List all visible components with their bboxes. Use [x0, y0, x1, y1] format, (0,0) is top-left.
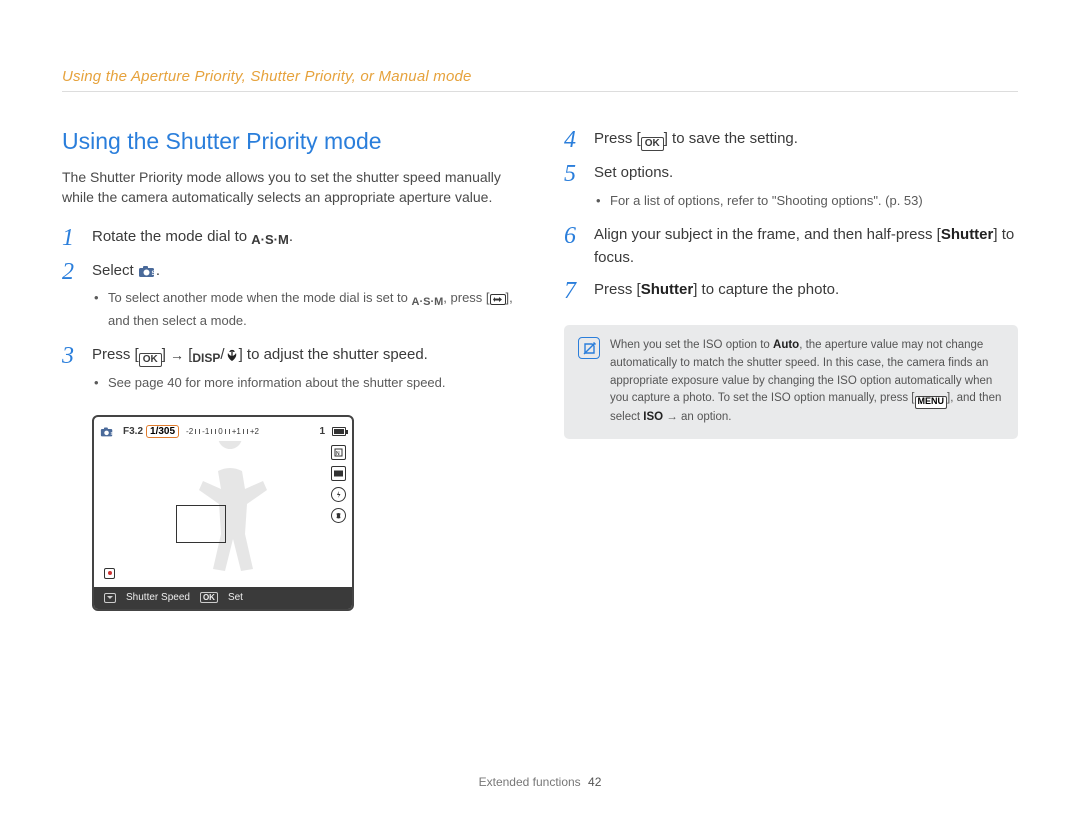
section-title: Using the Shutter Priority mode	[62, 128, 516, 155]
svg-text:N: N	[336, 451, 340, 457]
step-sub: For a list of options, refer to "Shootin…	[594, 191, 1018, 211]
step-6: 6 Align your subject in the frame, and t…	[564, 224, 1018, 269]
flash-icon	[331, 487, 346, 502]
divider	[62, 91, 1018, 92]
camera-s-icon: S	[100, 426, 114, 437]
ok-icon: OK	[641, 137, 664, 151]
quality-icon	[331, 466, 346, 481]
back-icon	[490, 294, 506, 305]
step-number: 1	[62, 226, 80, 250]
lcd-preview: S F3.2 1/305 -2 -1 0 +1 +2 1	[92, 415, 354, 611]
step-4: 4 Press [OK] to save the setting.	[564, 128, 1018, 152]
lcd-footer-ok-icon: OK	[200, 592, 218, 603]
step-text: Select	[92, 262, 138, 279]
lcd-footer-label: Shutter Speed	[126, 592, 190, 603]
note-text: When you set the ISO option to Auto, the…	[610, 337, 1004, 427]
right-column: 4 Press [OK] to save the setting. 5 Set …	[564, 128, 1018, 611]
svg-text:S: S	[151, 271, 155, 277]
step-number: 2	[62, 260, 80, 284]
record-icon	[104, 568, 115, 579]
macro-icon	[225, 349, 239, 362]
step-text-after: .	[289, 228, 293, 245]
step-number: 3	[62, 344, 80, 368]
step-text: Press [	[92, 346, 139, 363]
step-number: 5	[564, 162, 582, 186]
chapter-title: Using the Aperture Priority, Shutter Pri…	[62, 68, 1018, 85]
step-sub: See page 40 for more information about t…	[92, 373, 516, 393]
asm-icon: A·S·M	[412, 294, 444, 311]
step-2: 2 Select S. To select another mode when …	[62, 260, 516, 335]
svg-text:S: S	[111, 430, 114, 435]
stabilizer-icon	[331, 508, 346, 523]
nav-updown-icon	[104, 593, 116, 603]
focus-box	[176, 505, 226, 543]
disp-icon: DISP	[192, 349, 220, 367]
step-number: 4	[564, 128, 582, 152]
footer-section: Extended functions	[479, 775, 581, 789]
lcd-footer-set: Set	[228, 592, 243, 603]
note-icon	[578, 337, 600, 359]
section-intro: The Shutter Priority mode allows you to …	[62, 167, 516, 208]
size-icon: N	[331, 445, 346, 460]
step-text: Rotate the mode dial to	[92, 228, 251, 245]
menu-icon: MENU	[915, 396, 948, 409]
lcd-fvalue: F3.2	[123, 426, 143, 437]
note-box: When you set the ISO option to Auto, the…	[564, 325, 1018, 439]
step-number: 6	[564, 224, 582, 248]
lcd-ev-scale: -2 -1 0 +1 +2	[186, 427, 259, 436]
lcd-count: 1	[319, 426, 325, 437]
step-7: 7 Press [Shutter] to capture the photo.	[564, 279, 1018, 303]
step-sub: To select another mode when the mode dia…	[92, 288, 516, 330]
step-1: 1 Rotate the mode dial to A·S·M.	[62, 226, 516, 250]
step-3: 3 Press [OK] → [DISP/] to adjust the shu…	[62, 344, 516, 397]
step-text-after: .	[156, 262, 160, 279]
step-5: 5 Set options. For a list of options, re…	[564, 162, 1018, 214]
arrow-icon: →	[170, 347, 184, 363]
asm-icon: A·S·M	[251, 230, 289, 250]
page-footer: Extended functions 42	[0, 775, 1080, 789]
battery-icon	[332, 427, 346, 436]
left-column: Using the Shutter Priority mode The Shut…	[62, 128, 516, 611]
lcd-shutter: 1/305	[146, 425, 179, 438]
camera-s-icon: S	[138, 265, 156, 278]
step-number: 7	[564, 279, 582, 303]
footer-page: 42	[588, 775, 601, 789]
ok-icon: OK	[139, 353, 162, 367]
